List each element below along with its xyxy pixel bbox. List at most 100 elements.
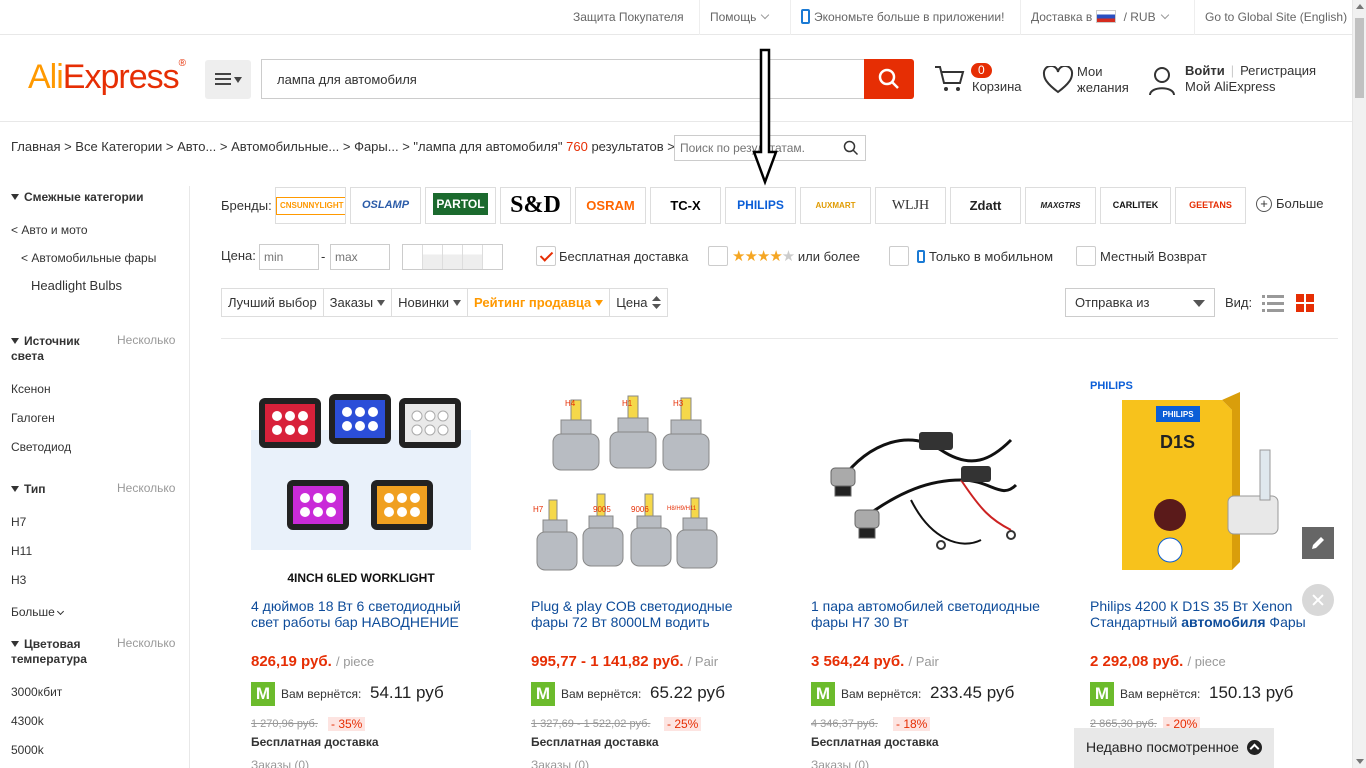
- sort-seller-rating[interactable]: Рейтинг продавца: [468, 289, 611, 316]
- multi-select-link[interactable]: Несколько: [117, 481, 175, 495]
- close-icon[interactable]: [1302, 584, 1334, 616]
- product-card[interactable]: H4 H1 H3 H7 9005 9006 H8/H9/H11 Plug & play C…: [531, 370, 771, 768]
- product-title[interactable]: Philips 4200 К D1S 35 Вт Xenon Стандартн…: [1090, 598, 1320, 632]
- product-image[interactable]: [811, 370, 1031, 590]
- orders-count[interactable]: Заказы (0): [251, 758, 309, 768]
- multi-select-link[interactable]: Несколько: [117, 636, 175, 650]
- filter-5000k[interactable]: 5000k: [11, 743, 44, 757]
- sort-best-match[interactable]: Лучший выбор: [222, 289, 324, 316]
- wishlist-link[interactable]: Мои желания: [1077, 64, 1137, 96]
- aliexpress-logo[interactable]: AliExpress®: [28, 58, 186, 97]
- multi-select-link[interactable]: Несколько: [117, 333, 175, 347]
- category-link-headlights[interactable]: < Автомобильные фары: [21, 251, 156, 265]
- mobile-only-checkbox[interactable]: [889, 246, 909, 266]
- sort-orders[interactable]: Заказы: [324, 289, 393, 316]
- categories-menu-button[interactable]: [205, 60, 251, 99]
- heart-icon[interactable]: [1042, 66, 1074, 94]
- local-return-checkbox[interactable]: [1076, 246, 1096, 266]
- more-brands-button[interactable]: + Больше: [1256, 196, 1324, 212]
- recently-viewed-bar[interactable]: Недавно посмотренное: [1074, 728, 1274, 768]
- search-button[interactable]: [864, 59, 914, 99]
- product-title[interactable]: 1 пара автомобилей светодиодные фары H7 …: [811, 598, 1041, 632]
- register-link[interactable]: Регистрация: [1240, 63, 1316, 78]
- filter-h7[interactable]: H7: [11, 515, 26, 529]
- type-heading[interactable]: Тип: [11, 482, 46, 496]
- ship-from-select[interactable]: Отправка из: [1065, 288, 1215, 317]
- brand-maxgtrs[interactable]: MAXGTRS: [1025, 187, 1096, 224]
- list-view-icon[interactable]: [1262, 294, 1284, 312]
- filter-h11[interactable]: H11: [11, 544, 32, 558]
- my-aliexpress-link[interactable]: Мой AliExpress: [1185, 79, 1276, 94]
- light-source-heading[interactable]: Источник света: [11, 334, 111, 364]
- price-min-input[interactable]: [259, 244, 319, 270]
- brand-philips[interactable]: PHILIPS: [725, 187, 796, 224]
- price-max-input[interactable]: [330, 244, 390, 270]
- related-categories-heading[interactable]: Смежные категории: [11, 190, 144, 204]
- search-icon[interactable]: [843, 140, 859, 156]
- cashback-value: 150.13 руб: [1209, 683, 1294, 702]
- brand-cnsunnylight[interactable]: CNSUNNYLIGHT: [275, 187, 346, 224]
- ship-from-value: Отправка из: [1075, 295, 1150, 310]
- brand-partol[interactable]: PARTOL: [425, 187, 496, 224]
- color-temperature-heading[interactable]: Цветовая температура: [11, 637, 111, 667]
- filter-h3[interactable]: H3: [11, 573, 26, 587]
- category-link-auto[interactable]: < Авто и мото: [11, 223, 88, 237]
- delivery-currency-menu[interactable]: Доставка в / RUB: [1020, 0, 1178, 35]
- sort-newest[interactable]: Новинки: [392, 289, 469, 316]
- product-card[interactable]: 1 пара автомобилей светодиодные фары H7 …: [811, 370, 1051, 768]
- product-title[interactable]: Plug & play COB светодиодные фары 72 Вт …: [531, 598, 761, 632]
- brand-osram[interactable]: OSRAM: [575, 187, 646, 224]
- login-link[interactable]: Войти: [1185, 63, 1225, 78]
- orders-count[interactable]: Заказы (0): [811, 758, 869, 768]
- filter-4300k[interactable]: 4300k: [11, 714, 44, 728]
- show-more-link[interactable]: Больше: [11, 605, 64, 619]
- filter-xenon[interactable]: Ксенон: [11, 382, 51, 396]
- product-image[interactable]: H4 H1 H3 H7 9005 9006 H8/H9/H11: [531, 370, 751, 590]
- brand-oslamp[interactable]: OSLAMP: [350, 187, 421, 224]
- rating-filter-label: ★★★★★ или более: [732, 247, 860, 265]
- account-block: Войти | Регистрация Мой AliExpress: [1185, 63, 1317, 94]
- price-histogram[interactable]: [402, 244, 503, 270]
- app-promo-label: Экономьте больше в приложении!: [814, 10, 1005, 24]
- old-price: 1 327,69 - 1 522,02 руб.: [531, 718, 651, 730]
- brand-logo-text: TC-X: [670, 198, 701, 213]
- product-card[interactable]: 4INCH 6LED WORKLIGHT 4 дюймов 18 Вт 6 св…: [251, 370, 491, 768]
- product-title[interactable]: 4 дюймов 18 Вт 6 светодиодный свет работ…: [251, 598, 481, 632]
- scroll-down-arrow-icon[interactable]: [1356, 759, 1364, 764]
- breadcrumb-path[interactable]: Главная > Все Категории > Авто... > Авто…: [11, 139, 562, 154]
- scroll-up-arrow-icon[interactable]: [1356, 4, 1364, 9]
- brand-tcx[interactable]: TC-X: [650, 187, 721, 224]
- brand-auxmart[interactable]: AUXMART: [800, 187, 871, 224]
- buyer-protection-link[interactable]: Защита Покупателя: [563, 0, 694, 35]
- brand-logo-text: OSLAMP: [361, 199, 410, 211]
- sort-price[interactable]: Цена: [610, 289, 666, 316]
- caret-down-icon: [234, 77, 242, 83]
- category-current-bulbs: Headlight Bulbs: [31, 278, 123, 293]
- brand-zdatt[interactable]: Zdatt: [950, 187, 1021, 224]
- phone-icon: [917, 250, 925, 263]
- free-shipping-checkbox[interactable]: [536, 246, 556, 266]
- filter-halogen[interactable]: Галоген: [11, 411, 55, 425]
- feedback-edit-button[interactable]: [1302, 527, 1334, 559]
- cart-link[interactable]: Корзина: [972, 79, 1022, 94]
- filter-led[interactable]: Светодиод: [11, 440, 71, 454]
- grid-view-icon[interactable]: [1296, 294, 1314, 312]
- scroll-thumb[interactable]: [1355, 18, 1364, 98]
- rating-checkbox[interactable]: [708, 246, 728, 266]
- page-scrollbar[interactable]: [1352, 0, 1366, 768]
- brand-wljh[interactable]: WLJH: [875, 187, 946, 224]
- sort-updown-icon: [651, 296, 661, 309]
- global-site-link[interactable]: Go to Global Site (English): [1194, 0, 1357, 35]
- brand-geetans[interactable]: GEETANS: [1175, 187, 1246, 224]
- product-image[interactable]: PHILIPS PHILIPS D1S: [1090, 370, 1310, 590]
- brand-sd[interactable]: S&D: [500, 187, 571, 224]
- filter-3000k[interactable]: 3000кбит: [11, 685, 62, 699]
- orders-count[interactable]: Заказы (0): [531, 758, 589, 768]
- mobile-only-label: Только в мобильном: [917, 249, 1053, 264]
- product-card[interactable]: PHILIPS PHILIPS D1S Philips 4200 К D1S 3…: [1090, 370, 1330, 731]
- help-menu[interactable]: Помощь: [699, 0, 778, 35]
- product-image[interactable]: 4INCH 6LED WORKLIGHT: [251, 370, 471, 590]
- app-promo-link[interactable]: Экономьте больше в приложении!: [790, 0, 1014, 35]
- brand-carlitek[interactable]: CARLITEK: [1100, 187, 1171, 224]
- cart-icon[interactable]: [933, 64, 967, 94]
